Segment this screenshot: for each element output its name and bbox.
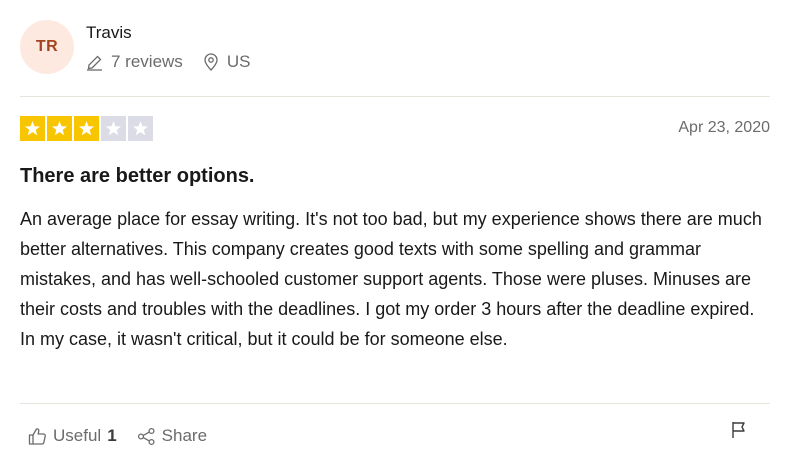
review-card: TR Travis 7 reviews US Apr 23, 2020 Ther… — [0, 0, 793, 467]
useful-label: Useful — [53, 426, 102, 445]
divider — [20, 403, 770, 404]
share-label: Share — [161, 426, 208, 445]
reviewer-name[interactable]: Travis — [86, 23, 132, 43]
location-pin-icon — [203, 53, 227, 71]
star-rating — [20, 116, 153, 141]
reviewer-location: US — [203, 52, 251, 72]
share-icon — [137, 427, 162, 446]
star-icon — [128, 116, 153, 141]
reviewer-meta: 7 reviews US — [86, 52, 250, 72]
avatar[interactable]: TR — [20, 20, 74, 74]
useful-button[interactable]: Useful 1 — [28, 426, 117, 446]
reviews-count-label: 7 reviews — [111, 52, 183, 71]
reviews-count: 7 reviews — [86, 52, 183, 72]
share-button[interactable]: Share — [137, 426, 207, 446]
thumbs-up-icon — [28, 427, 53, 446]
review-title[interactable]: There are better options. — [20, 165, 255, 188]
useful-count: 1 — [107, 426, 117, 445]
star-icon — [74, 116, 99, 141]
review-actions: Useful 1 Share — [28, 426, 207, 446]
review-body: An average place for essay writing. It's… — [20, 209, 762, 349]
country-label: US — [226, 52, 251, 71]
star-icon — [20, 116, 45, 141]
pencil-icon — [86, 54, 111, 71]
review-date: Apr 23, 2020 — [678, 119, 770, 136]
flag-icon[interactable] — [730, 420, 748, 440]
star-icon — [101, 116, 126, 141]
star-icon — [47, 116, 72, 141]
divider — [20, 96, 770, 97]
